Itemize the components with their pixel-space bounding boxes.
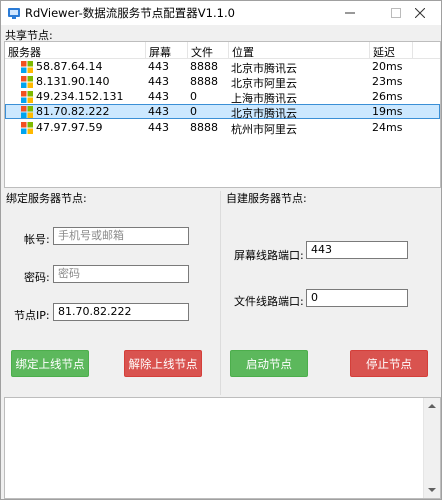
title-bar: RdViewer-数据流服务节点配置器V1.1.0 [1, 1, 441, 25]
server-icon [21, 61, 33, 73]
cell-location: 北京市腾讯云 [231, 107, 297, 120]
table-row-selected[interactable]: 81.70.82.222 443 0 北京市腾讯云 19ms [5, 104, 440, 120]
cell-server: 49.234.152.131 [36, 90, 124, 103]
cell-screen: 443 [148, 75, 169, 88]
column-header-file[interactable]: 文件 [191, 44, 213, 60]
table-header: 服务器 屏幕 文件 位置 延迟 [5, 42, 440, 59]
scroll-up-icon[interactable] [428, 404, 436, 408]
cell-screen: 443 [148, 121, 169, 134]
app-icon [8, 8, 20, 19]
cell-file: 8888 [190, 121, 218, 134]
cell-latency: 23ms [372, 75, 403, 88]
column-header-server[interactable]: 服务器 [8, 44, 41, 60]
server-icon [21, 122, 33, 134]
start-node-button[interactable]: 启动节点 [230, 350, 308, 377]
cell-screen: 443 [148, 90, 169, 103]
column-header-location[interactable]: 位置 [232, 44, 254, 60]
cell-server: 81.70.82.222 [36, 105, 110, 118]
cell-file: 8888 [190, 75, 218, 88]
bind-online-node-button[interactable]: 绑定上线节点 [11, 350, 89, 377]
close-button[interactable] [397, 1, 442, 25]
cell-latency: 20ms [372, 60, 403, 73]
table-row[interactable]: 8.131.90.140 443 8888 北京市阿里云 23ms [5, 74, 440, 90]
window-title: RdViewer-数据流服务节点配置器V1.1.0 [25, 6, 235, 20]
screen-port-input[interactable]: 443 [306, 241, 408, 259]
column-divider[interactable] [145, 42, 146, 59]
cell-server: 8.131.90.140 [36, 75, 110, 88]
stop-node-button[interactable]: 停止节点 [350, 350, 428, 377]
cell-file: 0 [190, 90, 197, 103]
table-row[interactable]: 47.97.97.59 443 8888 杭州市阿里云 24ms [5, 120, 440, 136]
server-icon [21, 106, 33, 118]
cell-latency: 26ms [372, 90, 403, 103]
password-label: 密码: [24, 271, 50, 284]
minimize-icon [345, 12, 355, 14]
panel-divider [220, 191, 221, 395]
column-divider[interactable] [412, 42, 413, 59]
cell-screen: 443 [148, 60, 169, 73]
server-icon [21, 76, 33, 88]
node-ip-label: 节点IP: [14, 309, 50, 322]
account-input[interactable]: 手机号或邮箱 [53, 227, 189, 245]
shared-nodes-table[interactable]: 服务器 屏幕 文件 位置 延迟 58.87.64.14 443 8888 北京市… [4, 41, 441, 188]
cell-latency: 19ms [372, 105, 403, 118]
column-divider[interactable] [228, 42, 229, 59]
password-input[interactable]: 密码 [53, 265, 189, 283]
unbind-online-node-button[interactable]: 解除上线节点 [124, 350, 202, 377]
column-divider[interactable] [187, 42, 188, 59]
close-icon [415, 8, 425, 18]
cell-latency: 24ms [372, 121, 403, 134]
screen-port-label: 屏幕线路端口: [234, 249, 304, 262]
cell-screen: 443 [148, 105, 169, 118]
self-panel-label: 自建服务器节点: [226, 192, 307, 205]
minimize-button[interactable] [327, 1, 373, 25]
node-ip-input[interactable]: 81.70.82.222 [53, 303, 189, 321]
file-port-input[interactable]: 0 [306, 289, 408, 307]
table-row[interactable]: 49.234.152.131 443 0 上海市腾讯云 26ms [5, 89, 440, 105]
cell-file: 0 [190, 105, 197, 118]
account-label: 帐号: [24, 233, 50, 246]
log-output[interactable] [4, 397, 441, 499]
table-row[interactable]: 58.87.64.14 443 8888 北京市腾讯云 20ms [5, 59, 440, 75]
column-divider[interactable] [369, 42, 370, 59]
main-window: RdViewer-数据流服务节点配置器V1.1.0 共享节点: 服务器 屏幕 文… [0, 0, 442, 500]
cell-server: 58.87.64.14 [36, 60, 103, 73]
bind-panel-label: 绑定服务器节点: [6, 192, 87, 205]
cell-file: 8888 [190, 60, 218, 73]
file-port-label: 文件线路端口: [234, 295, 304, 308]
cell-server: 47.97.97.59 [36, 121, 103, 134]
column-header-screen[interactable]: 屏幕 [149, 44, 171, 60]
log-scrollbar[interactable] [423, 398, 440, 498]
server-icon [21, 91, 33, 103]
cell-location: 杭州市阿里云 [231, 123, 297, 136]
column-header-latency[interactable]: 延迟 [373, 44, 395, 60]
scroll-down-icon[interactable] [428, 488, 436, 492]
